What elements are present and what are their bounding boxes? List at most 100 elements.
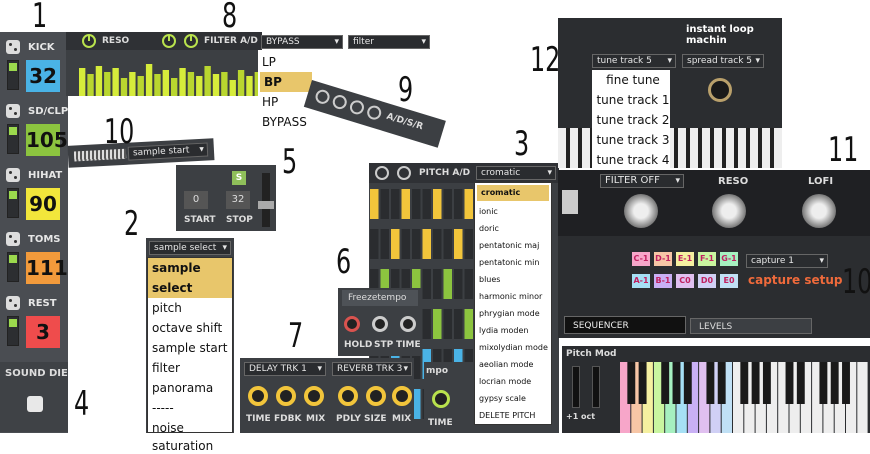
pitch-attack-knob-icon[interactable] [375, 166, 389, 180]
sample-select-item[interactable]: sample start [148, 338, 232, 358]
black-key[interactable] [751, 362, 760, 404]
filter-knob-icon[interactable] [624, 194, 658, 228]
pitch-step-cell[interactable] [464, 269, 474, 299]
reso-step-bar[interactable] [129, 72, 136, 96]
black-key[interactable] [785, 362, 794, 404]
sample-select-dropdown[interactable]: sample select [149, 241, 231, 255]
die-icon[interactable] [6, 232, 20, 246]
sample-select-item[interactable]: octave shift [148, 318, 232, 338]
capture-note-button[interactable]: F-1 [698, 252, 716, 266]
reso-step-bar[interactable] [112, 68, 119, 96]
octave-label[interactable]: +1 oct [566, 412, 595, 421]
scale-item[interactable]: blues [475, 271, 551, 288]
track-volume-slider[interactable] [7, 252, 19, 282]
reso-step-bar[interactable] [212, 74, 220, 96]
white-key[interactable] [857, 362, 868, 433]
tune-item[interactable]: tune track 1 [592, 90, 670, 110]
track-value[interactable]: 90 [26, 188, 60, 220]
tune-item[interactable]: tune track 2 [592, 110, 670, 130]
die-icon[interactable] [6, 168, 20, 182]
black-key[interactable] [762, 362, 771, 404]
tempo-time-knob-icon[interactable] [432, 390, 450, 408]
reso-step-bar[interactable] [145, 64, 153, 96]
pitch-step-cell[interactable] [412, 189, 421, 219]
pitch-decay-knob-icon[interactable] [397, 166, 411, 180]
black-key[interactable] [830, 362, 839, 404]
capture-note-button[interactable]: D-1 [654, 252, 672, 266]
reverb-size-knob-icon[interactable] [366, 386, 386, 406]
reso-step-bar[interactable] [95, 66, 103, 96]
black-key[interactable] [740, 362, 749, 404]
scale-item[interactable]: locrian mode [475, 373, 551, 390]
die-icon[interactable] [6, 296, 20, 310]
scale-item[interactable]: cromatic [477, 185, 549, 201]
pitch-step-cell[interactable] [422, 309, 432, 339]
pitch-step-cell[interactable] [433, 309, 442, 339]
tune-item[interactable]: tune track 4 [592, 150, 670, 170]
reso-step-bar[interactable] [171, 78, 178, 96]
pitch-step-cell[interactable] [412, 229, 421, 259]
pitch-step-cell[interactable] [443, 229, 453, 259]
s-button[interactable]: S [232, 171, 246, 185]
levels-tab[interactable]: LEVELS [690, 318, 812, 334]
black-key[interactable] [683, 362, 692, 404]
capture-note-button[interactable]: B-1 [654, 274, 672, 288]
delay-dropdown[interactable]: DELAY TRK 1 [244, 362, 326, 376]
pitch-step-cell[interactable] [454, 309, 463, 339]
capture-note-button[interactable]: G-1 [720, 252, 738, 266]
pitch-step-cell[interactable] [380, 189, 390, 219]
fx-reso-knob-icon[interactable] [712, 194, 746, 228]
black-key[interactable] [661, 362, 670, 404]
scale-item[interactable]: aeolian mode [475, 356, 551, 373]
scale-item[interactable]: DELETE PITCH [475, 407, 551, 424]
spread-knob-icon[interactable] [708, 78, 732, 102]
delay-time-knob-icon[interactable] [248, 386, 268, 406]
filter-decay-knob-icon[interactable] [184, 34, 198, 48]
tune-track-dropdown[interactable]: tune track 5 [592, 54, 676, 68]
sample-select-item[interactable]: saturation [148, 438, 232, 454]
track-volume-slider[interactable] [7, 124, 19, 154]
reso-step-bar[interactable] [154, 74, 161, 96]
capture-note-button[interactable]: C0 [676, 274, 694, 288]
reverb-dropdown[interactable]: REVERB TRK 3 [332, 362, 412, 376]
power-switch[interactable] [562, 190, 578, 214]
decay-knob-icon[interactable] [331, 93, 349, 111]
capture-note-button[interactable]: D0 [698, 274, 716, 288]
scale-item[interactable]: lydia moden [475, 322, 551, 339]
reso-step-bar[interactable] [104, 72, 111, 96]
pitch-step-cell[interactable] [433, 189, 442, 219]
scale-item[interactable]: doric [475, 220, 551, 237]
track-value[interactable]: 3 [26, 316, 60, 348]
pitch-step-cell[interactable] [433, 269, 442, 299]
black-key[interactable] [717, 362, 726, 404]
track-value[interactable]: 111 [26, 252, 68, 284]
piano-keyboard[interactable] [620, 362, 870, 433]
lofi-knob-icon[interactable] [802, 194, 836, 228]
pitch-step-cell[interactable] [454, 269, 463, 299]
sample-select-item[interactable]: pitch [148, 298, 232, 318]
black-key[interactable] [672, 362, 681, 404]
time-knob-icon[interactable] [400, 316, 416, 332]
pitch-step-cell[interactable] [443, 189, 453, 219]
reso-step-bar[interactable] [120, 78, 128, 96]
filter-type-item[interactable]: BYPASS [258, 112, 314, 132]
filter-type-item[interactable]: LP [258, 52, 314, 72]
tune-item[interactable]: tune track 3 [592, 130, 670, 150]
scale-item[interactable]: phrygian mode [475, 305, 551, 322]
pitch-step-cell[interactable] [464, 189, 474, 219]
pitch-step-cell[interactable] [464, 309, 474, 339]
capture-dropdown[interactable]: capture 1 [746, 254, 828, 268]
pitch-step-cell[interactable] [391, 229, 400, 259]
attack-knob-icon[interactable] [313, 88, 332, 106]
sample-select-item[interactable]: sample select [148, 258, 232, 298]
stop-value[interactable]: 32 [226, 191, 250, 209]
reso-step-bar[interactable] [79, 68, 86, 96]
reso-step-bar[interactable] [137, 76, 144, 96]
reso-step-bar[interactable] [162, 70, 169, 96]
track-volume-slider[interactable] [7, 188, 19, 218]
freezetempo-tab[interactable]: Freezetempo [342, 290, 418, 306]
reso-step-bar[interactable] [229, 80, 236, 96]
pitch-step-cell[interactable] [422, 229, 432, 259]
sustain-knob-icon[interactable] [348, 98, 366, 117]
pitch-step-cell[interactable] [422, 189, 432, 219]
